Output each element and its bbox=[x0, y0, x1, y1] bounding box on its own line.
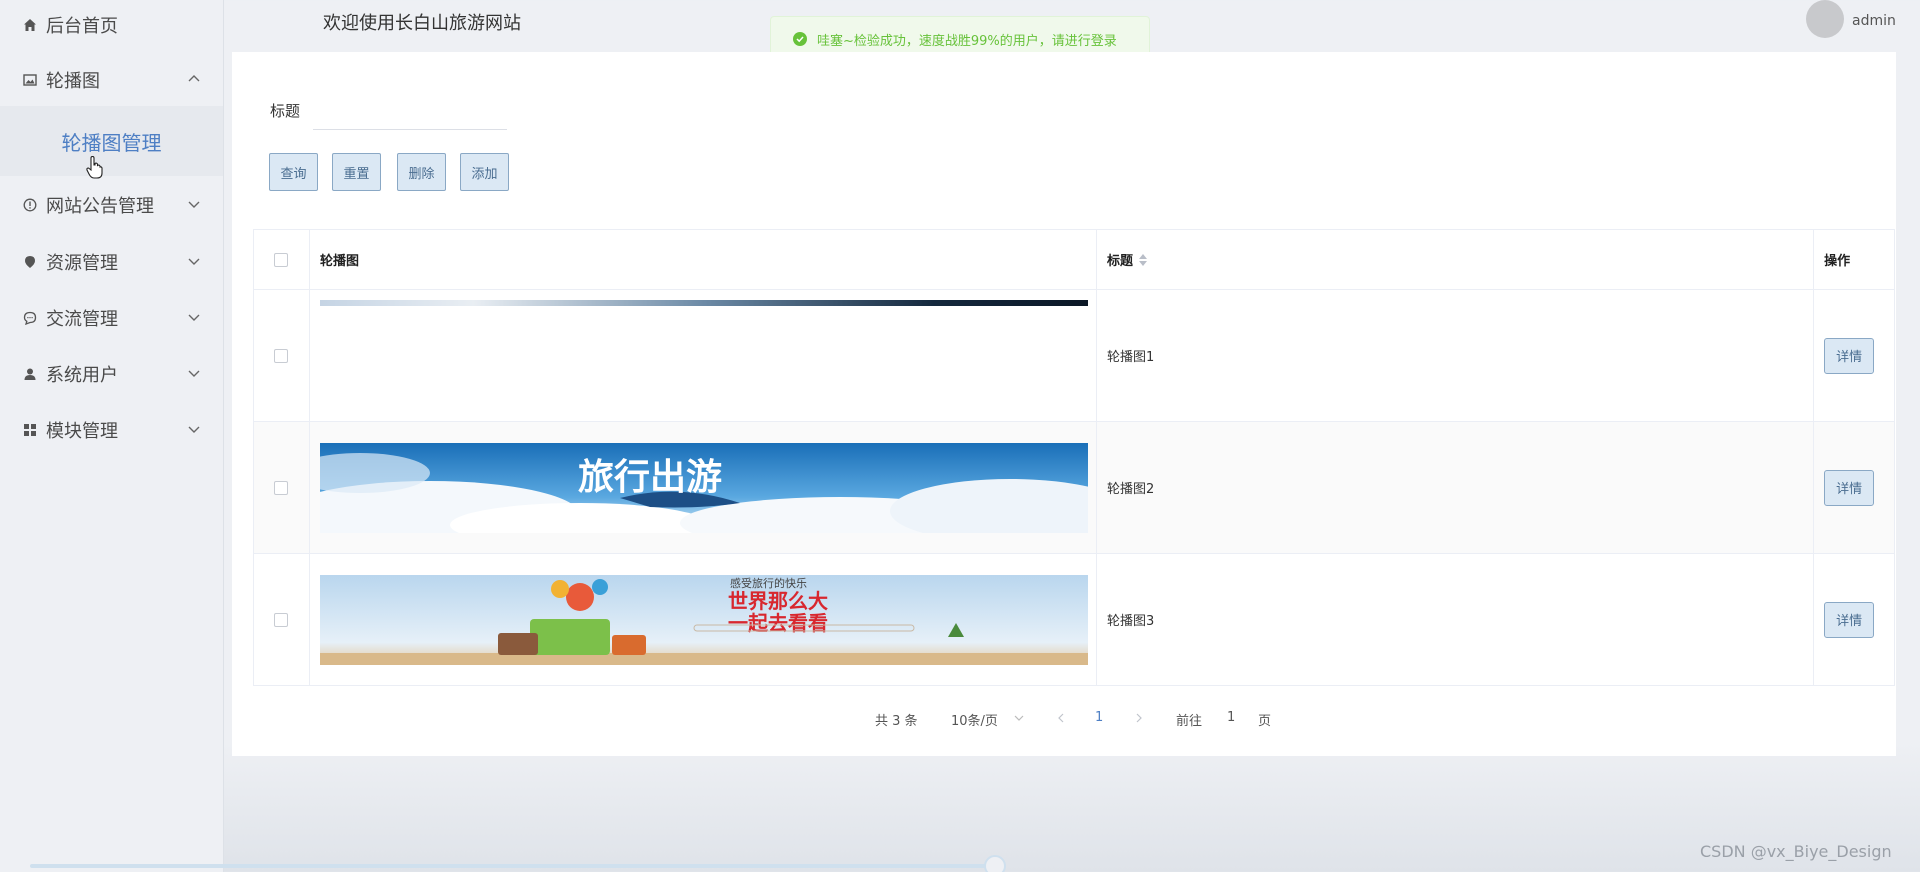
add-button[interactable]: 添加 bbox=[460, 153, 509, 191]
detail-button[interactable]: 详情 bbox=[1824, 337, 1875, 374]
user-icon bbox=[22, 366, 38, 382]
next-page-icon[interactable] bbox=[1134, 713, 1144, 723]
nav-item-announcements[interactable]: 网站公告管理 bbox=[0, 180, 223, 230]
nav-label: 系统用户 bbox=[46, 365, 118, 386]
page-size-select[interactable]: 10条/页 bbox=[951, 710, 998, 729]
sidebar: 后台首页 轮播图 轮播图管理 网站公告管理 资源管理 交流管理 系统用户 模块管… bbox=[0, 0, 224, 872]
image-icon bbox=[22, 72, 38, 88]
chevron-down-icon[interactable] bbox=[1014, 713, 1024, 723]
pagination-total: 共 3 条 bbox=[875, 714, 918, 729]
table-row: 感受旅行的快乐 世界那么大 一起去看看 轮播图3 详情 bbox=[254, 554, 1894, 686]
row-checkbox[interactable] bbox=[274, 348, 289, 363]
select-all-checkbox[interactable] bbox=[274, 252, 289, 267]
location-icon bbox=[22, 254, 38, 270]
username[interactable]: admin bbox=[1852, 13, 1896, 29]
reset-button[interactable]: 重置 bbox=[332, 153, 381, 191]
toast-message: 哇塞~检验成功，速度战胜99%的用户，请进行登录 bbox=[817, 33, 1117, 49]
carousel-image-2: 旅行出游 bbox=[319, 442, 1088, 533]
carousel-image-3: 感受旅行的快乐 世界那么大 一起去看看 bbox=[319, 574, 1088, 665]
row-title: 轮播图2 bbox=[1097, 422, 1815, 553]
nav-label: 模块管理 bbox=[46, 421, 118, 442]
goto-page-input[interactable]: 1 bbox=[1227, 710, 1235, 725]
row-title: 轮播图1 bbox=[1097, 290, 1815, 421]
hand-cursor-icon bbox=[86, 156, 103, 179]
sidebar-item-carousel-management[interactable]: 轮播图管理 bbox=[0, 106, 223, 176]
chevron-down-icon bbox=[188, 426, 200, 433]
column-header-image: 轮播图 bbox=[310, 230, 1097, 289]
nav-label: 交流管理 bbox=[46, 309, 118, 330]
goto-label: 前往 bbox=[1176, 714, 1203, 729]
row-checkbox[interactable] bbox=[274, 612, 289, 627]
title-filter-input[interactable] bbox=[313, 94, 507, 130]
table-row: 旅行出游 轮播图2 详情 bbox=[254, 422, 1894, 554]
title-filter-label: 标题 bbox=[270, 102, 301, 120]
carousel-table: 轮播图 标题 操作 轮播图1 详情 旅行出游 轮播图2 详情 感受旅行的快乐 世… bbox=[253, 229, 1895, 686]
query-button[interactable]: 查询 bbox=[269, 153, 318, 191]
banner-headline: 世界那么大 bbox=[728, 589, 828, 613]
page-title: 欢迎使用长白山旅游网站 bbox=[323, 13, 521, 34]
banner-text: 旅行出游 bbox=[578, 457, 722, 498]
chevron-down-icon bbox=[188, 258, 200, 265]
watermark: CSDN @vx_Biye_Design bbox=[1700, 842, 1892, 861]
nav-item-resources[interactable]: 资源管理 bbox=[0, 237, 223, 287]
nav-label: 后台首页 bbox=[46, 16, 118, 37]
row-title: 轮播图3 bbox=[1097, 554, 1815, 685]
avatar[interactable] bbox=[1806, 0, 1844, 38]
nav-item-system-users[interactable]: 系统用户 bbox=[0, 349, 223, 399]
chevron-down-icon bbox=[188, 201, 200, 208]
nav-item-dashboard[interactable]: 后台首页 bbox=[0, 0, 223, 50]
nav-label: 资源管理 bbox=[46, 253, 118, 274]
nav-label: 网站公告管理 bbox=[46, 196, 154, 217]
sort-icon[interactable] bbox=[1138, 253, 1147, 266]
nav-item-carousel[interactable]: 轮播图 bbox=[0, 55, 223, 105]
column-header-title[interactable]: 标题 bbox=[1097, 230, 1815, 289]
detail-button[interactable]: 详情 bbox=[1824, 601, 1875, 638]
nav-item-communication[interactable]: 交流管理 bbox=[0, 293, 223, 343]
nav-item-modules[interactable]: 模块管理 bbox=[0, 405, 223, 455]
row-checkbox[interactable] bbox=[274, 480, 289, 495]
chevron-down-icon bbox=[188, 314, 200, 321]
nav-label: 轮播图 bbox=[46, 71, 100, 92]
table-header: 轮播图 标题 操作 bbox=[254, 230, 1894, 290]
grid-icon bbox=[22, 422, 38, 438]
banner-subtitle: 感受旅行的快乐 bbox=[730, 576, 807, 590]
chevron-down-icon bbox=[188, 370, 200, 377]
info-icon bbox=[22, 197, 38, 213]
check-circle-icon bbox=[793, 32, 807, 46]
delete-button[interactable]: 删除 bbox=[397, 153, 446, 191]
page-number-current[interactable]: 1 bbox=[1095, 710, 1103, 725]
chat-icon bbox=[22, 310, 38, 326]
chevron-up-icon bbox=[188, 75, 200, 82]
home-icon bbox=[22, 17, 38, 33]
detail-button[interactable]: 详情 bbox=[1824, 469, 1875, 506]
table-row: 轮播图1 详情 bbox=[254, 290, 1894, 422]
column-header-actions: 操作 bbox=[1824, 254, 1851, 269]
prev-page-icon[interactable] bbox=[1056, 713, 1066, 723]
horizontal-scrollbar[interactable] bbox=[30, 864, 1006, 868]
goto-suffix: 页 bbox=[1258, 714, 1272, 729]
scrollbar-thumb[interactable] bbox=[984, 855, 1006, 872]
carousel-image-1 bbox=[319, 300, 1088, 306]
